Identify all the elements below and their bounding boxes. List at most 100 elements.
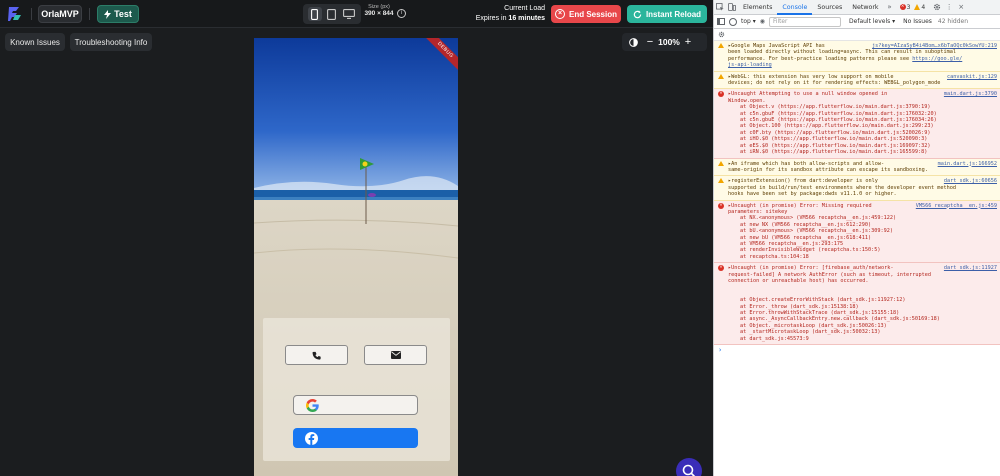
settings-gear-icon[interactable] (931, 0, 943, 15)
phone-icon (312, 351, 321, 360)
log-levels-dropdown[interactable]: Default levels ▾ (849, 18, 895, 25)
issues-count[interactable]: No Issues (903, 18, 932, 25)
known-issues-button[interactable]: Known Issues (5, 33, 65, 51)
error-counter[interactable]: × 3 (899, 4, 910, 11)
tab-console[interactable]: Console (777, 0, 813, 15)
test-label: Test (114, 9, 132, 19)
login-card (263, 318, 450, 461)
chat-support-button[interactable] (676, 458, 702, 476)
message-text: ▸Uncaught (in promise) Error: [firebase_… (728, 265, 894, 272)
warning-count: 4 (921, 3, 926, 11)
error-icon: × (718, 91, 724, 98)
google-icon (306, 398, 319, 412)
message-text: ▸Uncaught Attempting to use a null windo… (728, 91, 888, 98)
device-selector (303, 4, 361, 24)
top-bar: OrlaMVP Test Size (px) 390 × 844 i Curre… (0, 0, 713, 28)
console-warning-message[interactable]: ▸registerExtension() from dart:developer… (714, 176, 1000, 201)
message-line: ▸Uncaught Attempting to use a null windo… (728, 91, 997, 97)
warning-icon (718, 43, 724, 48)
source-link[interactable]: main.dart.js:166952 (934, 161, 997, 167)
device-desktop-button[interactable] (342, 7, 356, 21)
source-link[interactable]: VM566 recaptcha__en.js:459 (912, 203, 997, 209)
console-error-message[interactable]: × ▸Uncaught (in promise) Error: Missing r… (714, 200, 1000, 264)
console-error-message[interactable]: × ▸Uncaught Attempting to use a null wind… (714, 89, 1000, 159)
size-value: 390 × 844 (364, 10, 394, 17)
instant-reload-label: Instant Reload (645, 9, 702, 19)
message-text: same-origin for its sandbox attribute ca… (728, 166, 928, 173)
console-settings-icon[interactable] (718, 31, 725, 38)
devtools-panel: Elements Console Sources Network » × 3 4… (713, 0, 1000, 476)
clear-console-icon[interactable] (729, 17, 737, 26)
info-icon[interactable]: i (397, 9, 406, 18)
expires-value: 16 minutes (508, 15, 545, 22)
theme-toggle-button[interactable] (622, 37, 644, 47)
message-text (728, 291, 731, 297)
error-icon: × (718, 202, 724, 209)
console-filter-input[interactable]: Filter (769, 16, 842, 27)
console-prompt[interactable]: › (714, 345, 1000, 355)
error-icon: × (899, 4, 906, 10)
context-selector[interactable]: top ▾ (741, 18, 756, 25)
console-toolbar: top ▾ ◉ Filter Default levels ▾ No Issue… (714, 15, 1000, 29)
console-warning-message[interactable]: ▸Google Maps JavaScript API has js?key=AI… (714, 41, 1000, 72)
flutterflow-logo-icon[interactable] (6, 5, 24, 23)
tab-network[interactable]: Network (847, 0, 883, 15)
message-line: devices; do not rely on it for rendering… (728, 80, 997, 86)
moon-icon (628, 37, 638, 47)
phone-login-button[interactable] (285, 345, 348, 365)
message-text: ▸registerExtension() from dart:developer… (728, 178, 878, 185)
message-text: devices; do not rely on it for rendering… (728, 80, 941, 87)
phone-preview: DEBUG (254, 38, 458, 476)
message-line: same-origin for its sandbox attribute ca… (728, 167, 997, 173)
stack-frame[interactable]: at iRN.$0 (https://app.flutterflow.io/ma… (728, 149, 997, 155)
warning-counter[interactable]: 4 (914, 4, 925, 11)
source-link[interactable]: main.dart.js:3790 (940, 91, 997, 97)
console-warning-message[interactable]: ▸WebGL: this extension has very low supp… (714, 71, 1000, 90)
message-text: ▸Google Maps JavaScript API has (728, 43, 825, 49)
message-text: parameters: sitekey (728, 208, 788, 215)
message-link[interactable]: js-api-loading (728, 62, 772, 68)
google-login-button[interactable] (293, 395, 418, 415)
source-link[interactable]: dart_sdk.js:11927 (940, 265, 997, 271)
console-warning-message[interactable]: ▸An iframe which has both allow-scripts … (714, 158, 1000, 177)
phone-device-icon (311, 8, 319, 20)
console-error-message[interactable]: × ▸Uncaught (in promise) Error: [firebase… (714, 263, 1000, 346)
source-link[interactable]: canvaskit.js:129 (943, 74, 997, 80)
instant-reload-button[interactable]: Instant Reload (627, 5, 707, 23)
zoom-out-button[interactable]: − (644, 36, 656, 48)
device-phone-button[interactable] (307, 7, 322, 21)
message-link[interactable]: https://goo.gle/ (912, 56, 962, 62)
envelope-icon (390, 351, 401, 359)
inspect-element-icon[interactable] (714, 0, 726, 15)
facebook-login-button[interactable] (293, 428, 418, 448)
sidebar-toggle-icon[interactable] (717, 18, 725, 25)
device-toolbar-icon[interactable] (726, 0, 738, 15)
message-text: performance. For best-practice loading p… (728, 55, 910, 62)
facebook-icon (305, 431, 318, 445)
end-session-button[interactable]: × End Session (551, 5, 621, 23)
troubleshooting-info-button[interactable]: Troubleshooting Info (70, 33, 152, 51)
stack-frame[interactable]: at recaptcha.ts:104:18 (728, 254, 997, 260)
tab-elements[interactable]: Elements (738, 0, 777, 15)
kebab-menu-icon[interactable]: ⋮ (943, 0, 955, 15)
test-mode-chip[interactable]: Test (97, 5, 139, 23)
eye-icon[interactable]: ◉ (760, 18, 765, 25)
tablet-device-icon (327, 8, 337, 20)
more-tabs-button[interactable]: » (884, 0, 896, 15)
zoom-in-button[interactable]: + (682, 36, 694, 48)
close-devtools-icon[interactable]: × (955, 0, 967, 15)
device-tablet-button[interactable] (325, 7, 339, 21)
error-icon: × (718, 265, 724, 272)
warning-icon (718, 73, 724, 79)
device-size: Size (px) 390 × 844 (364, 4, 394, 17)
zoom-controls: − 100% + (622, 33, 707, 51)
project-name-chip[interactable]: OrlaMVP (38, 5, 82, 23)
zoom-level: 100% (658, 37, 680, 47)
stack-frame[interactable]: at dart_sdk.js:45573:9 (728, 336, 997, 342)
message-line: js-api-loading (728, 62, 997, 68)
email-login-button[interactable] (364, 345, 427, 365)
end-session-label: End Session (568, 9, 617, 19)
message-text: supported in build/run/test environments… (728, 184, 956, 191)
tab-sources[interactable]: Sources (812, 0, 847, 15)
expires-text: Expires in 16 minutes (475, 15, 545, 22)
